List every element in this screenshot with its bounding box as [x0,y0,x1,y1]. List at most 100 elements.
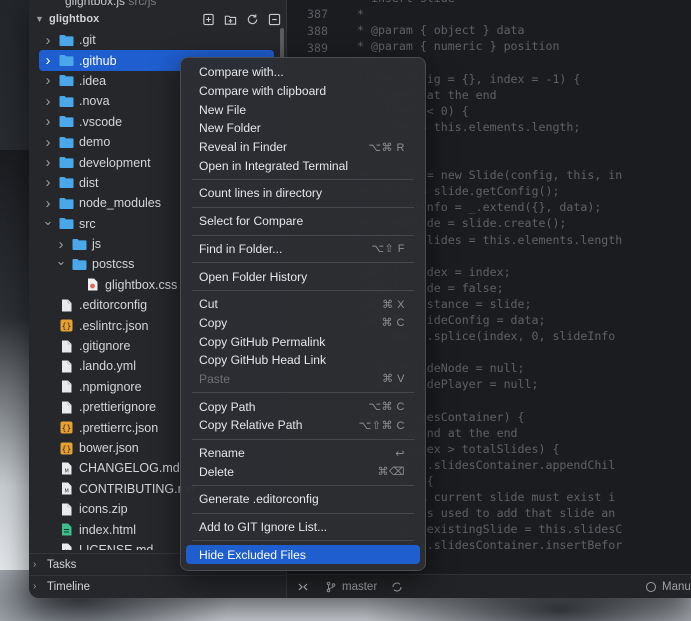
chevron-right-icon[interactable]: › [41,32,55,49]
menu-item-find-in-folder[interactable]: Find in Folder... ⌥⇧ F [186,240,420,259]
chevron-down-icon[interactable]: ⌄ [54,253,68,269]
chevron-down-icon[interactable]: ⌄ [41,213,55,229]
folder-icon [58,94,74,108]
tree-item-label: development [79,155,151,170]
chevron-right-icon: › [33,581,37,592]
project-actions [201,12,281,26]
html-file-icon [58,523,74,537]
menu-item-shortcut: ↩ [395,447,405,460]
file-file-icon [58,380,74,394]
menu-item-shortcut: ⌥⇧⌘ C [358,419,405,432]
menu-item-add-to-git-ignore-list[interactable]: Add to GIT Ignore List... [186,518,420,537]
menu-item-copy-relative-path[interactable]: Copy Relative Path ⌥⇧⌘ C [186,416,420,435]
git-branch-icon [326,581,336,592]
menu-separator [192,485,414,487]
menu-item-label: New Folder [199,121,261,136]
menu-item-select-for-compare[interactable]: Select for Compare [186,212,420,231]
menu-separator [192,438,414,440]
folder-icon [58,135,74,149]
menu-item-open-folder-history[interactable]: Open Folder History [186,267,420,286]
menu-item-generate-editorconfig[interactable]: Generate .editorconfig [186,490,420,509]
menu-item-label: New File [199,102,247,117]
json-file-icon: {} [58,319,74,333]
menu-item-copy-path[interactable]: Copy Path ⌥⌘ C [186,397,420,416]
project-header[interactable]: ▼ glightbox [29,8,286,30]
md-file-icon: M [58,482,74,496]
chevron-right-icon[interactable]: › [41,113,55,130]
menu-item-label: Open in Integrated Terminal [199,158,349,173]
menu-item-new-folder[interactable]: New Folder [186,119,420,138]
tree-item-git[interactable]: › .git [29,30,286,50]
remote-icon[interactable] [297,581,309,593]
menu-item-rename[interactable]: Rename ↩ [186,444,420,463]
refresh-icon[interactable] [245,12,259,26]
menu-item-copy[interactable]: Copy ⌘ C [186,314,420,333]
tree-item-label: postcss [92,257,135,272]
menu-item-compare-with-clipboard[interactable]: Compare with clipboard [186,82,420,101]
chevron-right-icon[interactable]: › [41,72,55,89]
tree-item-label: .prettierignore [79,400,157,415]
menu-item-label: Add to GIT Ignore List... [199,520,328,535]
sync-icon[interactable] [391,581,403,593]
chevron-right-icon[interactable]: › [41,134,55,151]
tree-item-label: dist [79,175,99,190]
tree-item-label: .idea [79,73,107,88]
status-right-item[interactable]: Manu [645,581,691,593]
menu-item-label: Compare with clipboard [199,84,327,99]
menu-item-shortcut: ⌥⇧ F [371,243,405,256]
tree-item-label: .npmignore [79,379,142,394]
branch-indicator[interactable]: master [325,581,377,593]
chevron-right-icon: › [33,559,37,570]
context-menu: Compare with... Compare with clipboard New… [180,57,426,571]
tree-item-label: .vscode [79,114,123,129]
branch-name: master [342,580,378,593]
open-file-row[interactable]: glightbox.js src/js [65,0,156,8]
menu-item-delete[interactable]: Delete ⌘⌫ [186,462,420,481]
open-editors-list: glightbox.js src/js [29,0,286,8]
menu-item-new-file[interactable]: New File [186,100,420,119]
folder-icon [58,74,74,88]
new-folder-icon[interactable] [223,12,237,26]
menu-separator [192,540,414,542]
tree-item-label: bower.json [79,441,139,455]
menu-item-cut[interactable]: Cut ⌘ X [186,295,420,314]
chevron-right-icon[interactable]: › [41,195,55,212]
collapse-all-icon[interactable] [267,12,281,26]
menu-item-compare-with[interactable]: Compare with... [186,63,420,82]
menu-separator [192,234,414,236]
svg-text:M: M [64,489,68,495]
folder-icon [58,156,74,170]
menu-item-label: Generate .editorconfig [199,492,319,507]
code-line: * insert slide [357,0,455,5]
menu-item-count-lines-in-directory[interactable]: Count lines in directory [186,184,420,203]
file-file-icon [58,339,74,353]
chevron-right-icon[interactable]: › [41,93,55,110]
chevron-right-icon[interactable]: › [54,236,68,253]
chevron-right-icon[interactable]: › [41,174,55,191]
menu-item-label: Select for Compare [199,214,304,229]
code-line: * @param { object } data [357,23,525,38]
checklist-icon [646,581,656,592]
tree-item-label: .git [79,33,96,48]
timeline-section[interactable]: › Timeline [29,575,286,597]
folder-icon [58,115,74,129]
menu-item-hide-excluded-files[interactable]: Hide Excluded Files [186,545,420,565]
svg-text:{}: {} [61,444,71,453]
menu-item-label: Hide Excluded Files [199,547,306,562]
menu-item-label: Reveal in Finder [199,140,288,155]
tree-item-label: .nova [79,94,110,109]
tree-item-label: glightbox.css [105,277,178,292]
chevron-right-icon[interactable]: › [41,52,55,69]
folder-icon [71,257,87,271]
menu-item-reveal-in-finder[interactable]: Reveal in Finder ⌥⌘ R [186,138,420,157]
menu-item-shortcut: ⌘ V [382,373,405,386]
menu-item-copy-github-permalink[interactable]: Copy GitHub Permalink [186,332,420,351]
md-file-icon: M [58,461,74,475]
menu-item-open-in-integrated-terminal[interactable]: Open in Integrated Terminal [186,156,420,175]
file-file-icon [58,359,74,373]
new-file-icon[interactable] [201,12,215,26]
chevron-right-icon[interactable]: › [41,154,55,171]
json-file-icon: {} [58,421,74,435]
code-line: * [357,7,364,22]
menu-item-copy-github-head-link[interactable]: Copy GitHub Head Link [186,351,420,370]
